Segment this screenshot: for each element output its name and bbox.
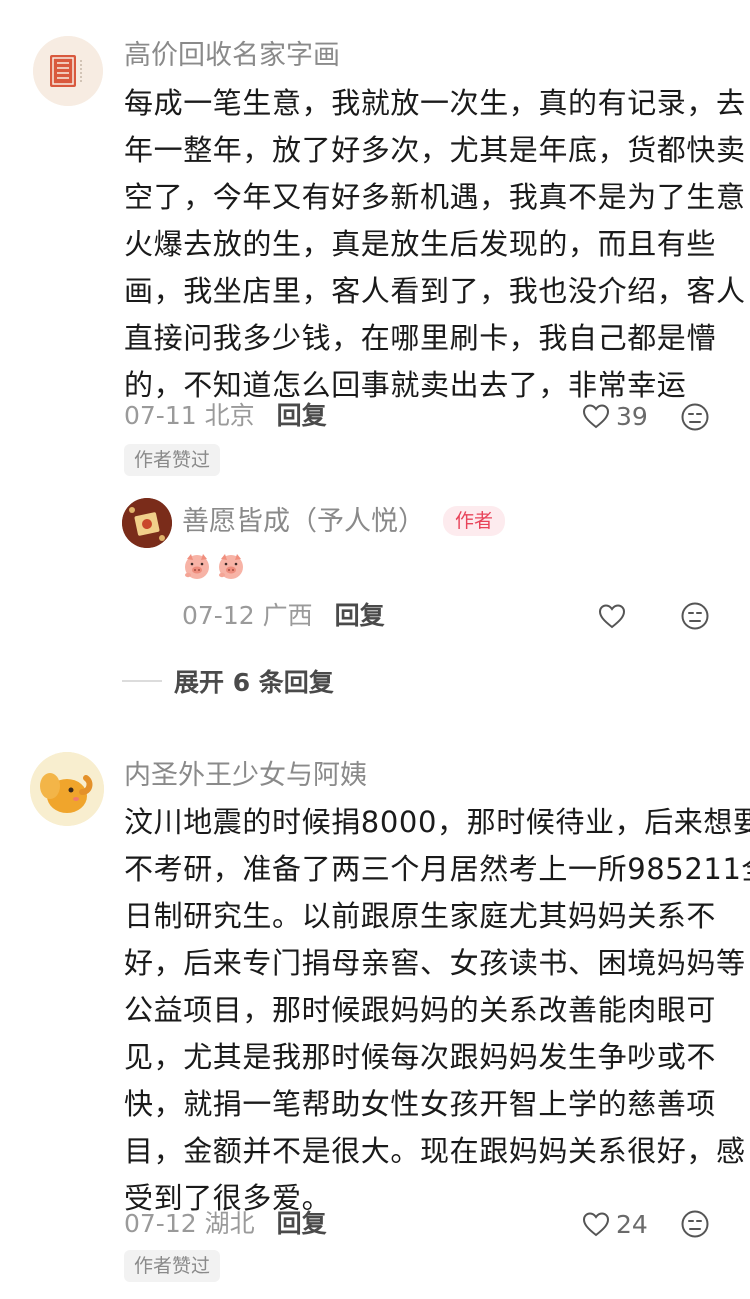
content-line: 公益项目，那时候跟妈妈的关系改善能肉眼可 <box>124 993 717 1027</box>
comment-date: 07-12 <box>124 1209 197 1238</box>
content-line: 汶川地震的时候捐8000，那时候待业，后来想要 <box>124 805 750 839</box>
like-count: 24 <box>616 1209 648 1239</box>
heart-icon <box>582 1212 610 1237</box>
content-line: 快，就捐一笔帮助女性女孩开智上学的慈善项 <box>124 1087 717 1121</box>
comment-meta: 07-12 湖北 回复 <box>124 1207 327 1241</box>
comment-username[interactable]: 内圣外王少女与阿姨 <box>124 758 367 794</box>
comment-location: 湖北 <box>204 1209 255 1238</box>
content-line: 日制研究生。以前跟原生家庭尤其妈妈关系不 <box>124 899 717 933</box>
avatar-cartoon[interactable] <box>30 752 104 826</box>
content-line: 不考研，准备了两三个月居然考上一所985211全 <box>124 852 750 886</box>
author-liked-badge: 作者赞过 <box>124 1250 221 1282</box>
content-line: 好，后来专门捐母亲窖、女孩读书、困境妈妈等 <box>124 946 746 980</box>
reply-button[interactable]: 回复 <box>277 1209 327 1238</box>
comment-2: 内圣外王少女与阿姨 汶川地震的时候捐8000，那时候待业，后来想要 不考研，准备… <box>0 0 750 1299</box>
dislike-face-icon[interactable] <box>680 1209 710 1239</box>
comment-content: 汶川地震的时候捐8000，那时候待业，后来想要 不考研，准备了两三个月居然考上一… <box>124 799 750 1222</box>
like-button[interactable]: 24 <box>582 1207 648 1241</box>
elephant-avatar-icon <box>30 752 104 826</box>
content-line: 见，尤其是我那时候每次跟妈妈发生争吵或不 <box>124 1040 717 1074</box>
content-line: 目，金额并不是很大。现在跟妈妈关系很好，感 <box>124 1134 746 1168</box>
